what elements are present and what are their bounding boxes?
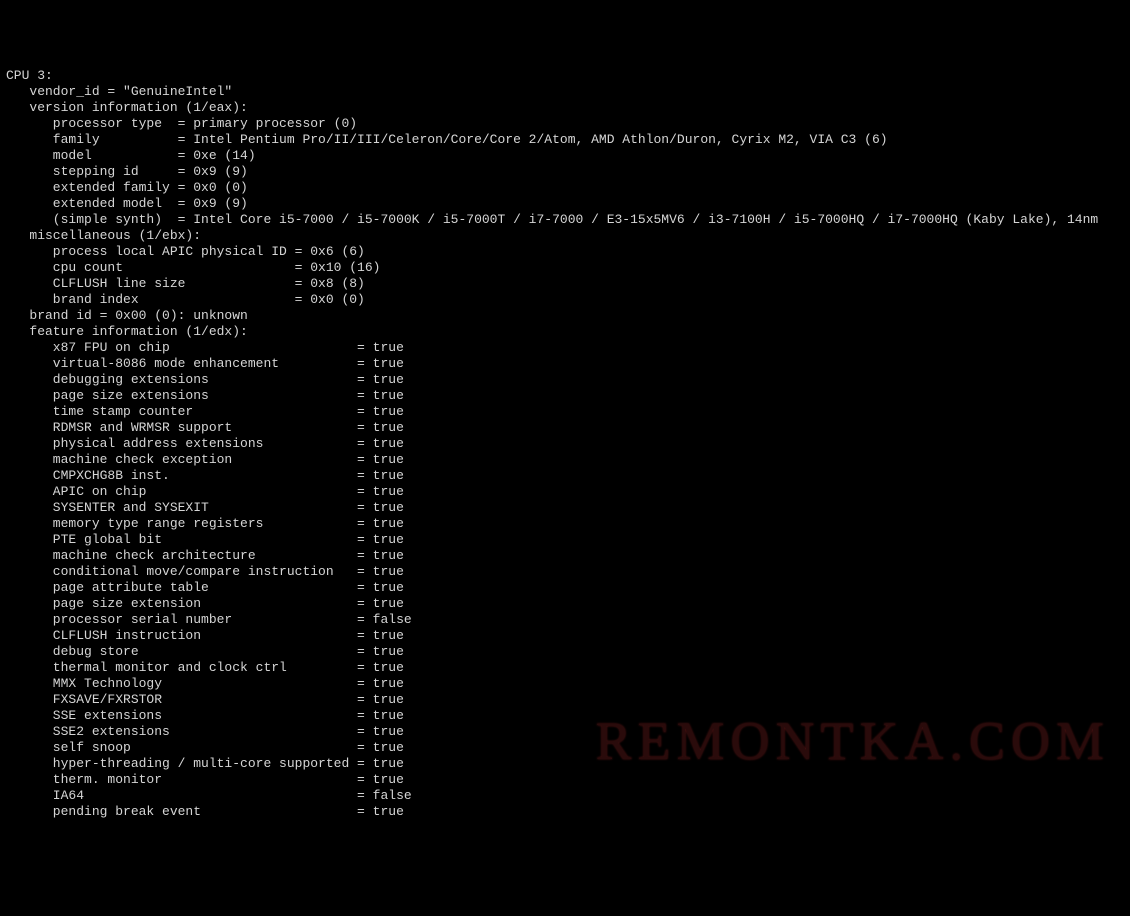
terminal-line: debugging extensions = true (6, 372, 1124, 388)
terminal-line: SSE extensions = true (6, 708, 1124, 724)
terminal-line: thermal monitor and clock ctrl = true (6, 660, 1124, 676)
terminal-line: self snoop = true (6, 740, 1124, 756)
terminal-line: CMPXCHG8B inst. = true (6, 468, 1124, 484)
terminal-line: vendor_id = "GenuineIntel" (6, 84, 1124, 100)
terminal-line: SYSENTER and SYSEXIT = true (6, 500, 1124, 516)
terminal-line: debug store = true (6, 644, 1124, 660)
terminal-output: CPU 3: vendor_id = "GenuineIntel" versio… (6, 68, 1124, 820)
terminal-line: extended model = 0x9 (9) (6, 196, 1124, 212)
terminal-line: virtual-8086 mode enhancement = true (6, 356, 1124, 372)
terminal-line: stepping id = 0x9 (9) (6, 164, 1124, 180)
terminal-line: process local APIC physical ID = 0x6 (6) (6, 244, 1124, 260)
terminal-line: machine check exception = true (6, 452, 1124, 468)
terminal-line: CPU 3: (6, 68, 1124, 84)
terminal-line: brand id = 0x00 (0): unknown (6, 308, 1124, 324)
terminal-line: IA64 = false (6, 788, 1124, 804)
terminal-line: memory type range registers = true (6, 516, 1124, 532)
terminal-line: pending break event = true (6, 804, 1124, 820)
terminal-line: family = Intel Pentium Pro/II/III/Celero… (6, 132, 1124, 148)
terminal-line: model = 0xe (14) (6, 148, 1124, 164)
terminal-line: page size extensions = true (6, 388, 1124, 404)
terminal-line: x87 FPU on chip = true (6, 340, 1124, 356)
terminal-line: brand index = 0x0 (0) (6, 292, 1124, 308)
terminal-line: RDMSR and WRMSR support = true (6, 420, 1124, 436)
terminal-line: hyper-threading / multi-core supported =… (6, 756, 1124, 772)
terminal-line: miscellaneous (1/ebx): (6, 228, 1124, 244)
terminal-line: version information (1/eax): (6, 100, 1124, 116)
terminal-line: CLFLUSH instruction = true (6, 628, 1124, 644)
terminal-line: MMX Technology = true (6, 676, 1124, 692)
terminal-line: processor type = primary processor (0) (6, 116, 1124, 132)
terminal-line: therm. monitor = true (6, 772, 1124, 788)
terminal-line: SSE2 extensions = true (6, 724, 1124, 740)
terminal-line: PTE global bit = true (6, 532, 1124, 548)
terminal-line: CLFLUSH line size = 0x8 (8) (6, 276, 1124, 292)
terminal-line: page attribute table = true (6, 580, 1124, 596)
terminal-line: time stamp counter = true (6, 404, 1124, 420)
terminal-line: (simple synth) = Intel Core i5-7000 / i5… (6, 212, 1124, 228)
terminal-line: processor serial number = false (6, 612, 1124, 628)
terminal-line: physical address extensions = true (6, 436, 1124, 452)
terminal-line: cpu count = 0x10 (16) (6, 260, 1124, 276)
terminal-line: FXSAVE/FXRSTOR = true (6, 692, 1124, 708)
terminal-line: extended family = 0x0 (0) (6, 180, 1124, 196)
terminal-line: APIC on chip = true (6, 484, 1124, 500)
terminal-line: feature information (1/edx): (6, 324, 1124, 340)
terminal-line: page size extension = true (6, 596, 1124, 612)
terminal-line: conditional move/compare instruction = t… (6, 564, 1124, 580)
terminal-line: machine check architecture = true (6, 548, 1124, 564)
